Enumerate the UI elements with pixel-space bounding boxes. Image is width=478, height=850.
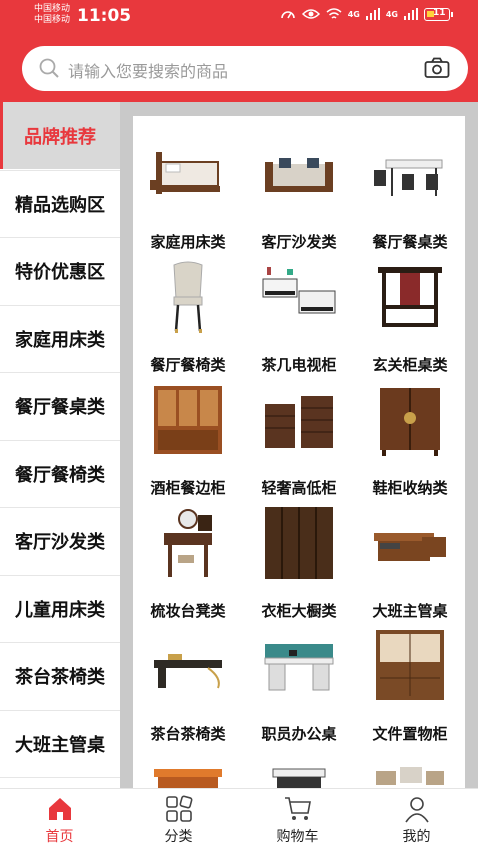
- bottom-tab-bar: 首页 分类 购物车 我的: [0, 788, 478, 850]
- speed-icon: [280, 11, 295, 19]
- cart-icon: [285, 797, 311, 820]
- sidebar-item[interactable]: 儿童用床类: [0, 574, 120, 642]
- status-icons: 4G 4G 11: [280, 7, 453, 21]
- signal-icon-1: [365, 8, 380, 20]
- tab-profile[interactable]: 我的: [357, 789, 476, 850]
- sidebar-item[interactable]: 品牌推荐: [0, 102, 120, 169]
- home-icon: [49, 798, 71, 820]
- carrier-1: 中国移动: [34, 4, 71, 14]
- sidebar-item-label: 儿童用床类: [15, 599, 105, 621]
- sidebar-item[interactable]: 精品选购区: [0, 169, 120, 237]
- bed-icon: [150, 152, 220, 194]
- battery-level: 11: [433, 7, 446, 18]
- product-category-card[interactable]: 职员办公桌: [249, 618, 349, 743]
- battery-icon: 11: [424, 7, 453, 21]
- sidebar-item[interactable]: 客厅沙发类: [0, 507, 120, 574]
- wardrobe-icon: [265, 507, 333, 579]
- sidebar-item-label: 大班主管桌: [15, 734, 105, 756]
- product-category-card[interactable]: [360, 741, 460, 788]
- product-category-card[interactable]: 大班主管桌: [360, 495, 460, 620]
- product-category-card[interactable]: 轻奢高低柜: [249, 372, 349, 497]
- camera-icon[interactable]: [424, 57, 450, 79]
- product-category-card[interactable]: 餐厅餐椅类: [138, 249, 238, 374]
- tab-home[interactable]: 首页: [0, 789, 119, 850]
- coffee-table-icon: [272, 768, 326, 788]
- tea-table-icon: [154, 654, 222, 689]
- product-category-card[interactable]: 梳妆台凳类: [138, 495, 238, 620]
- tab-cart-label: 购物车: [276, 829, 319, 845]
- clock: 11:05: [77, 6, 132, 26]
- search-icon: [39, 58, 59, 78]
- network-type-2: 4G: [385, 9, 398, 19]
- product-category-card[interactable]: 茶几电视柜: [249, 249, 349, 374]
- category-sidebar: 品牌推荐精品选购区特价优惠区家庭用床类餐厅餐桌类餐厅餐椅类客厅沙发类儿童用床类茶…: [0, 102, 120, 788]
- brand-grid: 家庭用床类 客厅沙发类 餐厅餐桌类餐厅餐椅类 茶几电视柜 玄关柜桌类酒柜餐边柜 轻奢高低柜…: [133, 116, 465, 788]
- carrier-2: 中国移动: [34, 15, 71, 25]
- profile-icon: [405, 797, 429, 823]
- shoe-cabinet-icon: [380, 388, 440, 456]
- sidebar-item[interactable]: 大班主管桌: [0, 709, 120, 777]
- product-category-card[interactable]: 玄关柜桌类: [360, 249, 460, 374]
- product-category-card[interactable]: 客厅沙发类: [249, 126, 349, 251]
- sofa-icon: [265, 158, 333, 192]
- network-type-1: 4G: [347, 9, 360, 19]
- dining-table-icon: [374, 159, 443, 196]
- sidebar-item-label: 品牌推荐: [24, 126, 96, 148]
- status-bar: 中国移动 中国移动 11:05 4G 4G 11: [0, 0, 478, 32]
- tab-home-label: 首页: [45, 829, 74, 845]
- reception-desk-icon: [154, 769, 222, 788]
- eye-icon: [301, 9, 320, 19]
- product-category-card[interactable]: 衣柜大橱类: [249, 495, 349, 620]
- console-icon: [378, 267, 442, 327]
- wifi-icon: [326, 7, 342, 19]
- sidebar-item-label: 餐厅餐桌类: [15, 397, 105, 418]
- tab-category[interactable]: 分类: [119, 789, 238, 850]
- sidebar-item-label: 餐厅餐椅类: [15, 464, 105, 486]
- tab-category-label: 分类: [164, 829, 193, 845]
- file-cabinet-icon: [376, 630, 444, 700]
- signal-icon-2: [404, 8, 418, 20]
- product-category-card[interactable]: 茶台茶椅类: [138, 618, 238, 743]
- sidebar-item-label: 特价优惠区: [15, 262, 105, 283]
- product-category-card[interactable]: [249, 741, 349, 788]
- office-desk-icon: [264, 644, 334, 691]
- product-category-card[interactable]: 酒柜餐边柜: [138, 372, 238, 497]
- category-icon: [166, 795, 193, 822]
- sidebar-item-label: 客厅沙发类: [15, 532, 105, 553]
- product-category-card[interactable]: 文件置物柜: [360, 618, 460, 743]
- executive-desk-icon: [374, 533, 446, 561]
- living-room-icon: [376, 767, 444, 785]
- product-category-card[interactable]: 鞋柜收纳类: [360, 372, 460, 497]
- sidebar-item[interactable]: 家庭用床类: [0, 304, 120, 372]
- chair-icon: [173, 261, 203, 333]
- product-category-card[interactable]: [138, 741, 238, 788]
- wine-cabinet-icon: [154, 386, 222, 454]
- drawer-chest-icon: [265, 396, 333, 448]
- carrier-info: 中国移动 中国移动: [34, 4, 70, 26]
- sidebar-item[interactable]: 餐厅餐椅类: [0, 439, 120, 507]
- sidebar-item[interactable]: 餐厅餐桌类: [0, 372, 120, 439]
- tab-profile-label: 我的: [402, 829, 431, 845]
- search-input[interactable]: 请输入您要搜索的商品: [68, 58, 228, 82]
- sidebar-item-label: 家庭用床类: [15, 329, 105, 351]
- product-category-card[interactable]: 餐厅餐桌类: [360, 126, 460, 251]
- tab-cart[interactable]: 购物车: [238, 789, 357, 850]
- header: 中国移动 中国移动 11:05 4G 4G 11 请输入您要搜索的商品: [0, 0, 478, 102]
- sidebar-item-label: 茶台茶椅类: [15, 667, 105, 688]
- tv-cabinet-icon: [262, 267, 336, 314]
- sidebar-item[interactable]: 茶台茶椅类: [0, 642, 120, 709]
- sidebar-item-label: 精品选购区: [15, 194, 105, 216]
- search-bar[interactable]: 请输入您要搜索的商品: [22, 46, 468, 91]
- dresser-icon: [164, 509, 212, 577]
- sidebar-item[interactable]: 特价优惠区: [0, 237, 120, 304]
- product-category-card[interactable]: 家庭用床类: [138, 126, 238, 251]
